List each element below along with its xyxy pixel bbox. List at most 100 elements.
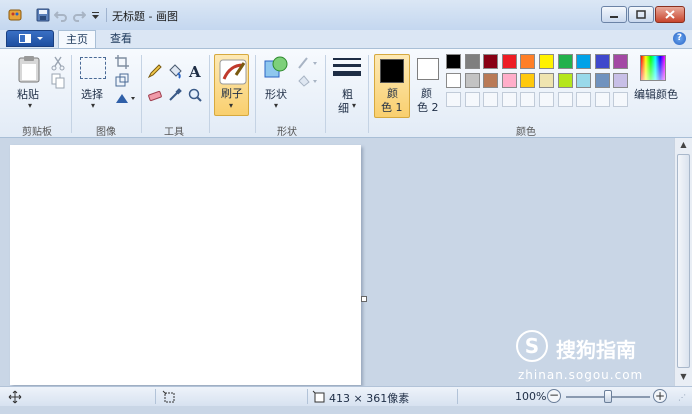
scroll-thumb[interactable] bbox=[677, 154, 690, 368]
title-bar: 无标题 - 画图 bbox=[0, 0, 692, 31]
size-dropdown-icon[interactable]: ▾ bbox=[352, 101, 356, 110]
color-swatch-empty[interactable] bbox=[502, 92, 517, 107]
help-icon[interactable]: ? bbox=[673, 32, 686, 45]
color-swatch[interactable] bbox=[576, 54, 591, 69]
color-swatch-empty[interactable] bbox=[539, 92, 554, 107]
zoom-slider-thumb[interactable] bbox=[604, 390, 612, 403]
window-title: 无标题 - 画图 bbox=[112, 10, 178, 23]
size-label-bottom[interactable]: 细 bbox=[338, 100, 349, 116]
color-swatch-empty[interactable] bbox=[483, 92, 498, 107]
select-icon[interactable] bbox=[80, 57, 106, 79]
color-swatch[interactable] bbox=[558, 73, 573, 88]
crop-icon[interactable] bbox=[114, 54, 130, 70]
paste-icon[interactable] bbox=[17, 55, 41, 83]
color-swatch[interactable] bbox=[446, 54, 461, 69]
color-swatch[interactable] bbox=[520, 73, 535, 88]
color-swatch[interactable] bbox=[539, 54, 554, 69]
canvas-size-text: 413 × 361像素 bbox=[329, 392, 410, 405]
edit-colors-label[interactable]: 编辑颜色 bbox=[634, 86, 678, 102]
color-swatch[interactable] bbox=[465, 54, 480, 69]
tab-home[interactable]: 主页 bbox=[58, 30, 96, 48]
brushes-label[interactable]: 刷子 bbox=[221, 85, 243, 101]
color-swatch-empty[interactable] bbox=[465, 92, 480, 107]
color-swatch[interactable] bbox=[520, 54, 535, 69]
outline-icon[interactable] bbox=[297, 55, 319, 71]
edit-colors-icon[interactable] bbox=[640, 55, 666, 81]
drawing-canvas[interactable] bbox=[10, 145, 361, 385]
color-swatch-empty[interactable] bbox=[520, 92, 535, 107]
zoom-in-button[interactable]: + bbox=[653, 389, 667, 403]
eraser-icon[interactable] bbox=[147, 87, 163, 103]
ribbon: 粘贴 ▾ 剪贴板 选择 ▾ 图像 A 工具 刷子 ▾ 形状 ▾ 形状 粗 细 ▾… bbox=[0, 48, 692, 138]
color-swatch[interactable] bbox=[502, 54, 517, 69]
color-swatch[interactable] bbox=[613, 54, 628, 69]
group-separator bbox=[209, 55, 210, 133]
copy-icon[interactable] bbox=[50, 73, 66, 89]
rotate-icon[interactable] bbox=[114, 90, 136, 106]
brushes-dropdown-icon[interactable]: ▾ bbox=[229, 101, 233, 110]
color-swatch-empty[interactable] bbox=[613, 92, 628, 107]
group-label-tools: 工具 bbox=[164, 127, 184, 138]
save-icon[interactable] bbox=[36, 8, 50, 22]
color1-label-bottom[interactable]: 色 1 bbox=[381, 99, 403, 115]
watermark-url: zhinan.sogou.com bbox=[518, 368, 644, 382]
paint-app-icon[interactable] bbox=[8, 8, 22, 22]
scroll-down-icon[interactable]: ▼ bbox=[678, 372, 689, 383]
color-swatch-empty[interactable] bbox=[595, 92, 610, 107]
watermark: S 搜狗指南 zhinan.sogou.com bbox=[516, 330, 676, 385]
close-button[interactable] bbox=[655, 6, 685, 23]
color-swatch-empty[interactable] bbox=[558, 92, 573, 107]
group-separator bbox=[71, 55, 72, 133]
shapes-dropdown-icon[interactable]: ▾ bbox=[274, 101, 278, 110]
select-dropdown-icon[interactable]: ▾ bbox=[91, 101, 95, 110]
color-swatch[interactable] bbox=[595, 73, 610, 88]
color-swatch[interactable] bbox=[576, 73, 591, 88]
vertical-scrollbar[interactable]: ▲ ▼ bbox=[674, 138, 692, 386]
magnifier-icon[interactable] bbox=[187, 87, 203, 103]
shapes-label[interactable]: 形状 bbox=[265, 86, 287, 102]
fill-bucket-icon[interactable] bbox=[167, 63, 183, 79]
pencil-icon[interactable] bbox=[147, 63, 163, 79]
minimize-button[interactable] bbox=[601, 6, 627, 23]
shapes-icon[interactable] bbox=[263, 55, 291, 81]
resize-icon[interactable] bbox=[114, 72, 130, 88]
color-swatch-empty[interactable] bbox=[576, 92, 591, 107]
size-icon[interactable] bbox=[333, 57, 361, 81]
color-picker-icon[interactable] bbox=[167, 87, 183, 103]
color2-swatch[interactable] bbox=[417, 58, 439, 80]
status-bar: 413 × 361像素 100% − + ⋰ bbox=[0, 386, 692, 406]
customize-dropdown-icon[interactable] bbox=[91, 8, 105, 22]
color-swatch[interactable] bbox=[613, 73, 628, 88]
paint-menu-button[interactable] bbox=[6, 30, 54, 47]
color-swatch[interactable] bbox=[446, 73, 461, 88]
fill-icon[interactable] bbox=[297, 73, 319, 89]
color-swatch[interactable] bbox=[483, 73, 498, 88]
select-label[interactable]: 选择 bbox=[81, 86, 103, 102]
tab-view[interactable]: 查看 bbox=[102, 30, 140, 48]
color-swatch[interactable] bbox=[502, 73, 517, 88]
scroll-up-icon[interactable]: ▲ bbox=[678, 140, 689, 151]
cut-icon[interactable] bbox=[50, 55, 66, 71]
resize-grip-icon[interactable]: ⋰ bbox=[678, 393, 686, 402]
canvas-resize-handle[interactable] bbox=[361, 296, 367, 302]
zoom-out-button[interactable]: − bbox=[547, 389, 561, 403]
color-swatch[interactable] bbox=[539, 73, 554, 88]
color-palette bbox=[446, 54, 632, 116]
group-label-shapes: 形状 bbox=[277, 127, 297, 138]
svg-text:A: A bbox=[188, 63, 201, 79]
paste-dropdown-icon[interactable]: ▾ bbox=[28, 101, 32, 110]
color-swatch[interactable] bbox=[595, 54, 610, 69]
group-label-image: 图像 bbox=[96, 127, 116, 138]
color-swatch[interactable] bbox=[558, 54, 573, 69]
color-swatch-empty[interactable] bbox=[446, 92, 461, 107]
redo-icon[interactable] bbox=[72, 8, 87, 22]
color-swatch[interactable] bbox=[465, 73, 480, 88]
ribbon-tab-row: 主页 查看 ? bbox=[0, 30, 692, 48]
paste-label[interactable]: 粘贴 bbox=[17, 86, 39, 102]
text-tool-icon[interactable]: A bbox=[187, 63, 203, 81]
maximize-button[interactable] bbox=[628, 6, 654, 23]
color2-label-bottom[interactable]: 色 2 bbox=[417, 99, 439, 115]
undo-icon[interactable] bbox=[53, 8, 68, 22]
color-swatch[interactable] bbox=[483, 54, 498, 69]
group-separator bbox=[141, 55, 142, 133]
